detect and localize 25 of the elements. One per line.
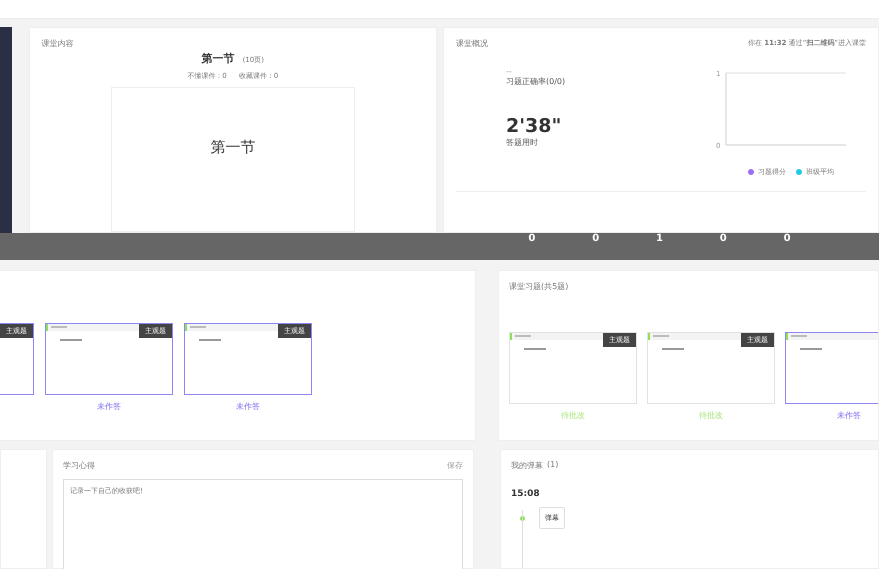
exercise-status: 待批改	[561, 410, 585, 421]
stat-number: 0	[592, 232, 600, 244]
slide-preview[interactable]: 第一节	[110, 86, 355, 232]
exercise-card[interactable]	[785, 332, 878, 404]
time-label: 答题用时	[506, 136, 539, 148]
exercise-status: 未作答	[837, 410, 861, 421]
stat-number: 0	[528, 232, 536, 244]
panel-title: 课堂概况	[456, 38, 488, 49]
stat-number: 0	[784, 232, 791, 244]
stat-number: 1	[656, 232, 663, 244]
stat-number: 0	[720, 232, 727, 244]
slide-title: 第一节	[210, 138, 256, 158]
time-value: 2'38"	[506, 114, 562, 137]
danmaku-time: 15:08	[511, 489, 541, 500]
exercise-status: 未作答	[97, 400, 121, 412]
accuracy-label: 习题正确率(0/0)	[506, 76, 566, 87]
exercise-status: 未作答	[236, 400, 260, 412]
panel-title: 课堂习题(共5题)	[509, 280, 570, 292]
danmaku-count: (1)	[547, 460, 558, 472]
panel-title: 学习心得	[63, 460, 95, 472]
lesson-title: 第一节	[202, 50, 235, 66]
exercise-status: 待批改	[699, 410, 723, 421]
panel-title: 课堂内容	[42, 38, 74, 49]
panel-title: 我的弹幕	[511, 460, 543, 472]
accuracy-value: --	[506, 66, 513, 76]
